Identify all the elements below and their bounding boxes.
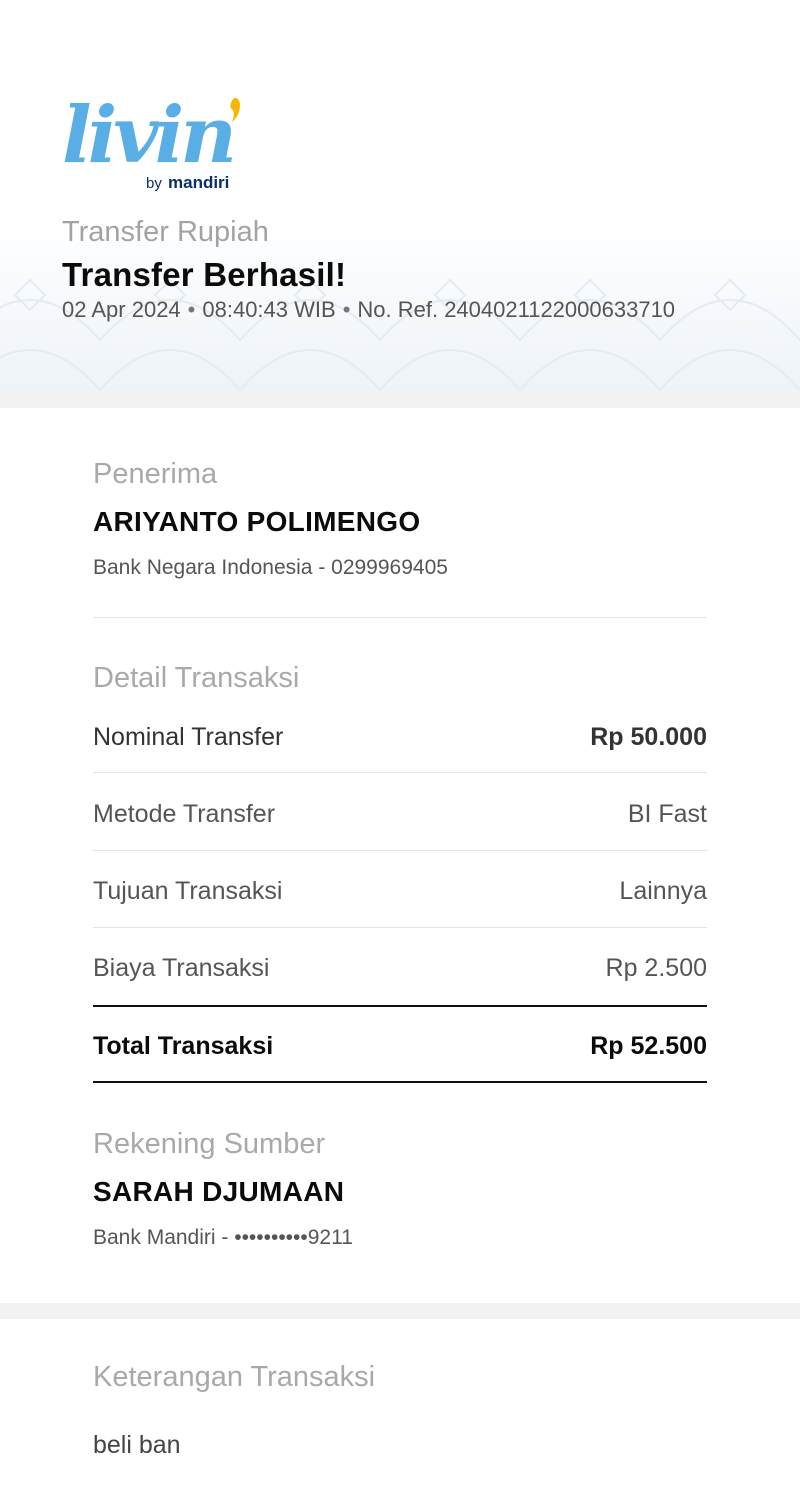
total-row: Total Transaksi Rp 52.500: [93, 1026, 707, 1066]
svg-text:mandiri: mandiri: [168, 173, 229, 192]
svg-text:livin: livin: [62, 90, 233, 181]
separator-dot-icon: •: [342, 297, 351, 322]
transaction-card: Penerima ARIYANTO POLIMENGO Bank Negara …: [0, 408, 800, 1303]
section-divider: [0, 1303, 800, 1319]
detail-row-label: Nominal Transfer: [93, 722, 284, 751]
total-divider-bottom: [93, 1081, 707, 1083]
detail-row-method: Metode Transfer BI Fast: [93, 794, 707, 834]
source-name: SARAH DJUMAAN: [93, 1176, 345, 1207]
transfer-type: Transfer Rupiah: [62, 216, 269, 248]
total-label: Total Transaksi: [93, 1031, 274, 1060]
recipient-label: Penerima: [93, 458, 218, 490]
transaction-meta: 02 Apr 2024 • 08:40:43 WIB • No. Ref. 240402…: [62, 297, 675, 323]
transaction-date: 02 Apr 2024: [62, 297, 181, 322]
recipient-bank-account: Bank Negara Indonesia - 0299969405: [93, 556, 448, 579]
detail-row-label: Metode Transfer: [93, 799, 276, 828]
detail-row-fee: Biaya Transaksi Rp 2.500: [93, 948, 707, 988]
details-label: Detail Transaksi: [93, 662, 300, 694]
transaction-time: 08:40:43 WIB: [202, 297, 336, 322]
source-bank-account: Bank Mandiri - ••••••••••9211: [93, 1226, 353, 1249]
note-label: Keterangan Transaksi: [93, 1361, 376, 1393]
detail-row-purpose: Tujuan Transaksi Lainnya: [93, 871, 707, 911]
reference-number: No. Ref. 2404021122000633710: [357, 297, 676, 322]
total-divider-top: [93, 1005, 707, 1007]
total-value: Rp 52.500: [590, 1031, 707, 1060]
divider: [93, 772, 707, 773]
divider: [93, 850, 707, 851]
detail-row-value: BI Fast: [627, 799, 707, 828]
section-divider: [0, 392, 800, 408]
detail-row-nominal: Nominal Transfer Rp 50.000: [93, 717, 707, 757]
separator-dot-icon: •: [187, 297, 196, 322]
detail-row-value: Rp 2.500: [605, 953, 707, 982]
svg-text:by: by: [146, 175, 162, 192]
detail-row-value: Lainnya: [619, 876, 707, 905]
note-card: Keterangan Transaksi beli ban: [0, 1319, 800, 1493]
divider: [93, 617, 707, 618]
detail-row-label: Tujuan Transaksi: [93, 876, 283, 905]
recipient-name: ARIYANTO POLIMENGO: [93, 506, 421, 537]
receipt-header: livin by mandiri Transfer Rupiah Transfe…: [0, 0, 800, 392]
detail-row-value: Rp 50.000: [590, 722, 707, 751]
note-text: beli ban: [93, 1431, 181, 1459]
status-title: Transfer Berhasil!: [62, 256, 347, 293]
divider: [93, 927, 707, 928]
livin-mandiri-logo: livin by mandiri: [60, 80, 250, 195]
detail-row-label: Biaya Transaksi: [93, 953, 270, 982]
source-label: Rekening Sumber: [93, 1128, 326, 1160]
